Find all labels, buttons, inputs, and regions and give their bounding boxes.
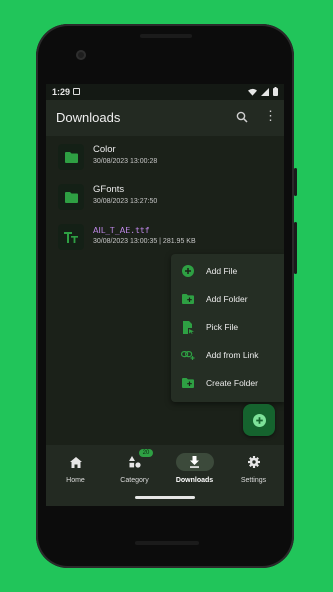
menu-item-pick-file[interactable]: Pick File [171, 314, 284, 340]
wifi-icon [248, 88, 257, 96]
file-name: ꓮꓲꓡ_Ꭲ_ꓮꓰ.ttf [93, 226, 150, 235]
menu-item-label: Add File [206, 266, 238, 276]
gear-icon [235, 453, 273, 471]
nav-item-downloads[interactable]: Downloads [165, 445, 224, 491]
home-gesture-bar[interactable] [135, 496, 195, 499]
menu-item-label: Create Folder [206, 378, 258, 388]
nav-label: Downloads [175, 477, 214, 484]
file-item-color[interactable]: Color 30/08/2023 13:00:28 [46, 140, 284, 176]
file-name: GFonts [93, 184, 125, 195]
add-circle-icon [252, 413, 266, 427]
add-menu: Add File Add Folder Pick File Add from L… [171, 254, 284, 402]
folder-icon [58, 184, 84, 210]
folder-icon [58, 144, 84, 170]
menu-item-create-folder[interactable]: Create Folder [171, 370, 284, 396]
file-meta: 30/08/2023 13:00:35 | 281.95 KB [93, 238, 196, 245]
more-options-icon[interactable]: ⋮ [264, 109, 277, 122]
search-icon[interactable] [236, 110, 248, 128]
file-meta: 30/08/2023 13:00:28 [93, 158, 158, 165]
gesture-area [46, 491, 284, 506]
add-circle-icon [181, 264, 195, 278]
menu-item-add-file[interactable]: Add File [171, 258, 284, 284]
signal-icon [261, 87, 269, 96]
volume-button [294, 222, 297, 274]
status-time: 1:29 [52, 87, 71, 97]
download-icon [175, 453, 214, 471]
nav-label: Settings [240, 477, 267, 484]
status-icons [248, 87, 278, 96]
file-meta: 30/08/2023 13:27:50 [93, 198, 158, 205]
nav-item-category[interactable]: 20 Category [105, 445, 164, 491]
nav-item-home[interactable]: Home [46, 445, 105, 491]
file-item-font[interactable]: ꓮꓲꓡ_Ꭲ_ꓮꓰ.ttf 30/08/2023 13:00:35 | 281.9… [46, 220, 284, 256]
menu-item-label: Pick File [206, 322, 239, 332]
file-item-gfonts[interactable]: GFonts 30/08/2023 13:27:50 [46, 180, 284, 216]
notification-icon [73, 88, 80, 95]
page-title: Downloads [56, 110, 121, 125]
earpiece-speaker [140, 34, 192, 38]
category-badge: 20 [139, 449, 153, 457]
menu-item-add-from-link[interactable]: Add from Link [171, 342, 284, 368]
front-camera [76, 50, 86, 60]
screen: 1:29 Downloads ⋮ Color 30/08/2023 13:00:… [46, 84, 284, 506]
status-bar: 1:29 [46, 84, 284, 100]
menu-item-label: Add from Link [206, 350, 259, 360]
nav-label: Home [66, 477, 85, 484]
menu-item-add-folder[interactable]: Add Folder [171, 286, 284, 312]
app-bar: Downloads ⋮ [46, 100, 284, 136]
add-fab-button[interactable] [243, 404, 275, 436]
battery-icon [273, 87, 278, 96]
bottom-speaker [135, 541, 199, 545]
nav-item-settings[interactable]: Settings [224, 445, 283, 491]
create-folder-icon [181, 376, 195, 390]
bottom-navigation: Home 20 Category Downloads Settings [46, 445, 284, 491]
pick-file-icon [181, 320, 195, 334]
add-link-icon [181, 348, 195, 362]
power-button [294, 168, 297, 196]
add-folder-icon [181, 292, 195, 306]
home-icon [57, 453, 95, 471]
font-icon [58, 224, 84, 250]
menu-item-label: Add Folder [206, 294, 248, 304]
file-name: Color [93, 144, 116, 155]
nav-label: Category [120, 477, 149, 484]
